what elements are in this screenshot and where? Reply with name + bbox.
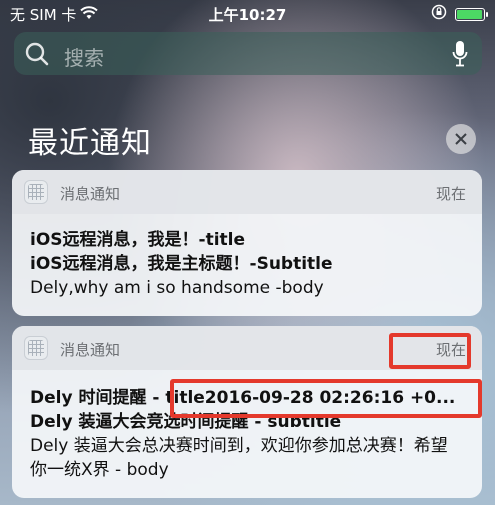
battery-level [457,9,482,19]
app-icon [24,336,48,360]
microphone-icon[interactable] [452,40,468,72]
notification-time: 现在 [435,185,466,203]
close-icon [455,130,467,149]
notification-header: 消息通知 现在 [12,170,482,214]
notification-title: iOS远程消息，我是！-title [30,230,246,250]
orientation-lock-icon [431,4,447,24]
app-icon [24,180,48,204]
section-title: 最近通知 [28,126,152,161]
notification-subtitle: iOS远程消息，我是主标题！-Subtitle [30,254,333,274]
notification-text: Dely 装逼大会总决赛时间到，欢迎你参加总决赛！希望你一统X界 - body [30,436,448,480]
battery-icon [455,7,488,21]
search-icon [24,41,50,71]
clear-notifications-button[interactable] [446,124,476,154]
status-right [431,4,488,24]
search-input[interactable]: 搜索 [64,42,104,71]
highlight-box-title [170,379,482,418]
highlight-box-time [389,333,471,369]
search-bar[interactable]: 搜索 [14,32,482,75]
status-bar: 无 SIM 卡 上午10:27 [0,0,495,26]
status-time: 上午10:27 [208,6,287,24]
notification-card[interactable]: 消息通知 现在 iOS远程消息，我是！-title iOS远程消息，我是主标题！… [12,170,482,316]
notification-app-name: 消息通知 [60,341,121,359]
notification-body: iOS远程消息，我是！-title iOS远程消息，我是主标题！-Subtitl… [12,214,482,312]
notification-text: Dely,why am i so handsome -body [30,278,324,298]
notification-app-name: 消息通知 [60,185,121,203]
